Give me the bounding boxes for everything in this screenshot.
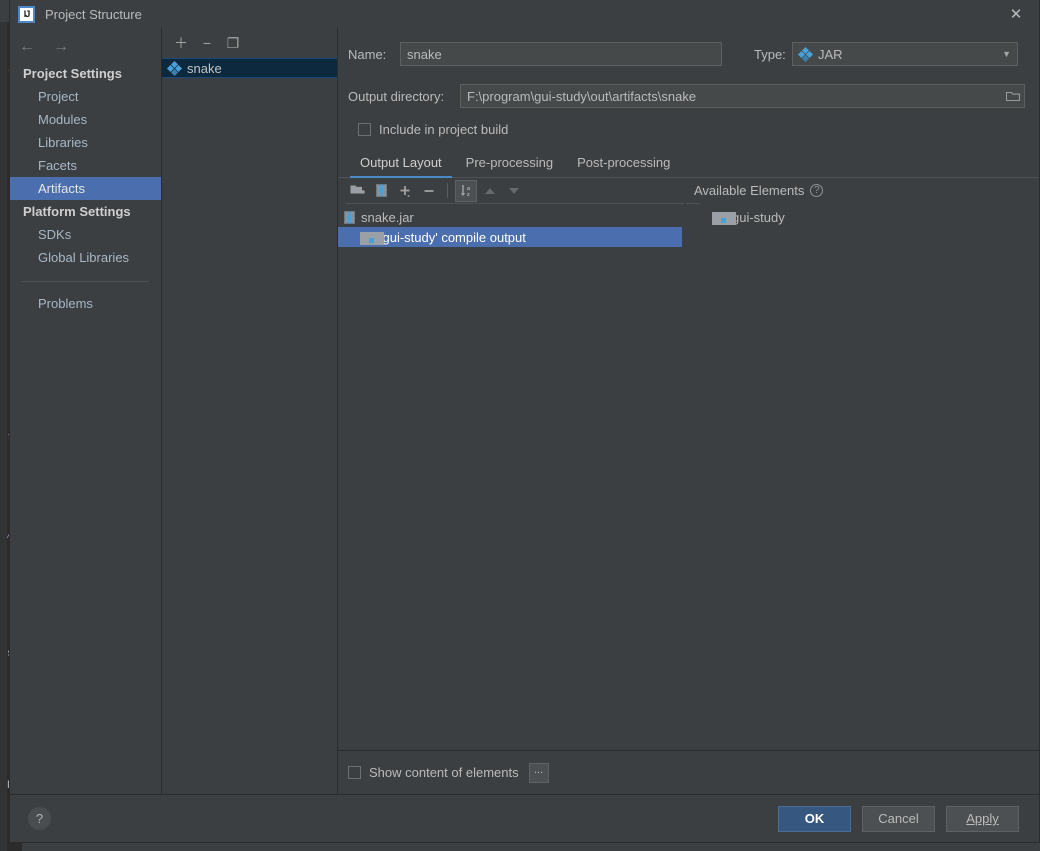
ok-button[interactable]: OK (778, 805, 851, 832)
show-content-checkbox[interactable] (348, 766, 361, 779)
artifact-icon (166, 60, 183, 76)
artifact-list-item-label: snake (187, 60, 222, 76)
artifact-list-item-snake[interactable]: snake (162, 58, 337, 78)
tree-row[interactable]: snake.jar (338, 207, 686, 227)
artifact-type-select[interactable]: JAR ▼ (792, 42, 1018, 66)
settings-sidebar: ← → Project Settings Project Modules Lib… (10, 28, 162, 794)
move-down-button[interactable] (503, 180, 525, 202)
add-artifact-button[interactable]: ＋ (170, 32, 192, 54)
sidebar-item-libraries[interactable]: Libraries (10, 131, 161, 154)
jar-icon (344, 210, 355, 224)
cancel-button-label: Cancel (878, 811, 919, 826)
tab-post-processing[interactable]: Post-processing (565, 149, 682, 177)
svg-text:z: z (467, 192, 470, 198)
add-element-button[interactable] (394, 180, 416, 202)
sidebar-group-project-settings: Project Settings (23, 66, 122, 81)
sidebar-item-problems[interactable]: Problems (10, 292, 161, 315)
create-directory-button[interactable] (346, 180, 368, 202)
copy-artifact-button[interactable]: ❐ (222, 32, 244, 54)
output-layout-toolbar: a z (338, 178, 684, 203)
sidebar-divider (22, 281, 149, 282)
show-content-label: Show content of elements (369, 765, 519, 780)
name-label: Name: (348, 46, 387, 62)
intellij-idea-icon: IJ (18, 5, 35, 23)
dialog-body: ← → Project Settings Project Modules Lib… (10, 28, 1039, 794)
artifact-icon (797, 46, 814, 62)
include-in-build-row[interactable]: Include in project build (338, 122, 1039, 137)
sidebar-item-sdks[interactable]: SDKs (10, 223, 161, 246)
remove-artifact-button[interactable]: − (196, 32, 218, 54)
sidebar-item-artifacts[interactable]: Artifacts (10, 177, 161, 200)
help-icon[interactable]: ? (810, 184, 824, 197)
move-up-button[interactable] (479, 180, 501, 202)
show-content-options-button[interactable]: ... (528, 762, 549, 783)
back-arrow-icon[interactable]: ← (18, 39, 36, 55)
tree-row[interactable]: 'gui-study' compile output (338, 227, 682, 247)
sort-elements-button[interactable]: a z (455, 179, 477, 202)
window-title: Project Structure (45, 6, 142, 22)
output-layout-tree: snake.jar 'gui-study' compile output (338, 204, 686, 247)
cancel-button[interactable]: Cancel (862, 805, 935, 832)
toolbar-separator (447, 183, 448, 198)
name-input[interactable] (400, 42, 722, 66)
artifact-details-panel: Name: Type: JAR ▼ Output directory: (338, 28, 1039, 794)
apply-button-label: Apply (966, 811, 999, 826)
output-directory-label: Output directory: (348, 88, 445, 104)
tab-output-layout[interactable]: Output Layout (348, 149, 454, 178)
module-output-icon (360, 231, 384, 245)
available-element-label: gui-study (732, 209, 785, 225)
show-content-row[interactable]: Show content of elements (348, 765, 519, 780)
project-structure-dialog: IJ Project Structure ✕ ← → Project Setti… (9, 0, 1040, 843)
list-item[interactable]: gui-study (686, 207, 1039, 227)
output-layout-pane: snake.jar 'gui-study' compile output (338, 203, 686, 750)
jar-icon (375, 184, 387, 197)
dialog-footer: ? OK Cancel Apply (10, 794, 1039, 842)
navigation-arrows: ← → (10, 32, 161, 62)
create-archive-button[interactable] (370, 180, 392, 202)
sidebar-group-platform-settings: Platform Settings (23, 204, 131, 219)
tree-row-label: snake.jar (361, 209, 414, 225)
artifact-toolbar: ＋ − ❐ (162, 28, 337, 52)
type-label: Type: (754, 46, 786, 62)
layout-toolbars-row: a z Available Elements ? (338, 178, 1039, 203)
browse-folder-icon[interactable] (1001, 84, 1025, 108)
output-directory-input[interactable] (460, 84, 1001, 108)
footer-buttons: OK Cancel Apply (778, 805, 1019, 832)
editor-gutter (0, 0, 7, 851)
help-icon[interactable]: ? (28, 807, 51, 830)
remove-element-button[interactable] (418, 180, 440, 202)
artifact-type-value: JAR (818, 46, 843, 62)
dialog-titlebar: IJ Project Structure ✕ (10, 0, 1039, 28)
available-elements-pane: gui-study (686, 203, 1039, 750)
include-in-build-checkbox[interactable] (358, 123, 371, 136)
output-directory-row: Output directory: (338, 84, 1039, 108)
sidebar-item-facets[interactable]: Facets (10, 154, 161, 177)
tab-pre-processing[interactable]: Pre-processing (454, 149, 565, 177)
available-elements-tree: gui-study (686, 204, 1039, 227)
artifact-tabs: Output Layout Pre-processing Post-proces… (338, 149, 1039, 178)
sidebar-item-global-libraries[interactable]: Global Libraries (10, 246, 161, 269)
name-type-row: Name: Type: JAR ▼ (338, 42, 1039, 66)
sidebar-item-project[interactable]: Project (10, 85, 161, 108)
chevron-down-icon: ▼ (1002, 49, 1011, 59)
artifact-list-panel: ＋ − ❐ snake (162, 28, 338, 794)
tree-row-label: 'gui-study' compile output (380, 229, 526, 245)
layout-split-panes: snake.jar 'gui-study' compile output gui… (338, 203, 1039, 750)
forward-arrow-icon[interactable]: → (52, 39, 70, 55)
available-elements-title: Available Elements (694, 183, 805, 198)
module-output-icon (712, 211, 736, 225)
include-in-build-label: Include in project build (379, 122, 509, 137)
available-elements-header: Available Elements ? (684, 178, 824, 203)
artifact-list: snake (162, 52, 337, 794)
sidebar-item-modules[interactable]: Modules (10, 108, 161, 131)
apply-button[interactable]: Apply (946, 805, 1019, 832)
close-icon[interactable]: ✕ (993, 0, 1039, 28)
output-layout-options: Show content of elements ... (338, 750, 1039, 794)
